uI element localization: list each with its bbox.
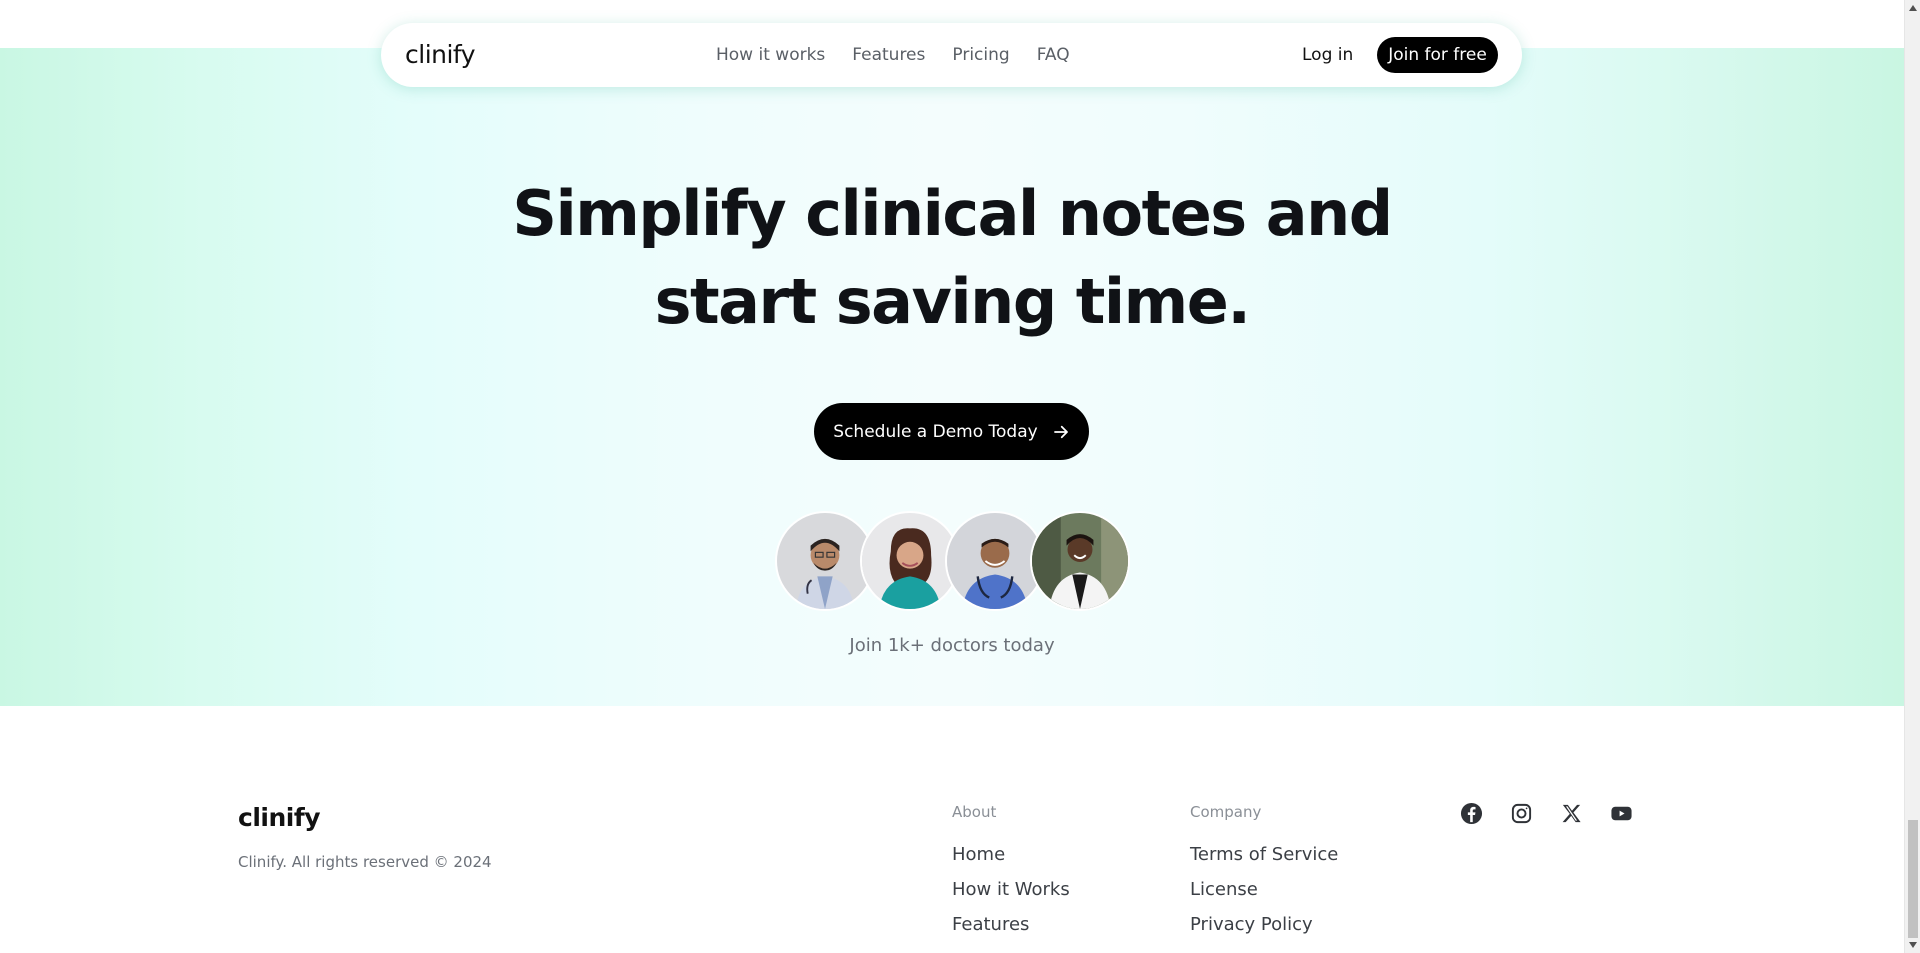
scroll-up-arrow-icon[interactable]	[1905, 0, 1920, 16]
arrow-right-icon	[1053, 425, 1068, 438]
headline-line-2: start saving time.	[654, 265, 1251, 338]
scroll-down-arrow-icon[interactable]	[1905, 937, 1920, 953]
hero-section: Simplify clinical notes and start saving…	[0, 48, 1904, 706]
login-link[interactable]: Log in	[1302, 45, 1353, 65]
nav-link-faq[interactable]: FAQ	[1037, 45, 1070, 65]
join-doctors-text: Join 1k+ doctors today	[849, 635, 1055, 656]
footer-link-privacy[interactable]: Privacy Policy	[1190, 914, 1338, 949]
schedule-demo-button[interactable]: Schedule a Demo Today	[814, 403, 1089, 460]
page: Simplify clinical notes and start saving…	[0, 0, 1904, 953]
social-links	[1460, 802, 1633, 825]
headline-line-1: Simplify clinical notes and	[512, 177, 1393, 250]
nav-link-features[interactable]: Features	[852, 45, 925, 65]
hero-headline: Simplify clinical notes and start saving…	[452, 170, 1452, 346]
page-scrollbar[interactable]	[1904, 0, 1920, 953]
avatar	[1030, 511, 1130, 611]
footer-link-how-it-works[interactable]: How it Works	[952, 879, 1070, 914]
facebook-icon[interactable]	[1460, 802, 1483, 825]
footer-about-column: About Home How it Works Features	[952, 803, 1070, 949]
footer-about-heading: About	[952, 803, 997, 821]
youtube-icon[interactable]	[1610, 802, 1633, 825]
join-for-free-button[interactable]: Join for free	[1377, 37, 1498, 73]
x-icon[interactable]	[1560, 802, 1583, 825]
footer-link-license[interactable]: License	[1190, 879, 1338, 914]
nav-logo[interactable]: clinify	[405, 40, 476, 69]
nav-link-pricing[interactable]: Pricing	[952, 45, 1009, 65]
footer-company-column: Company Terms of Service License Privacy…	[1190, 803, 1338, 949]
nav-link-how-it-works[interactable]: How it works	[716, 45, 825, 65]
footer-link-home[interactable]: Home	[952, 844, 1070, 879]
scrollbar-thumb[interactable]	[1908, 820, 1918, 938]
footer-company-heading: Company	[1190, 803, 1262, 821]
footer-link-features[interactable]: Features	[952, 914, 1070, 949]
top-navigation: clinify How it works Features Pricing FA…	[381, 23, 1522, 87]
schedule-demo-label: Schedule a Demo Today	[833, 421, 1038, 442]
footer-copyright: Clinify. All rights reserved © 2024	[238, 853, 492, 871]
footer-link-terms[interactable]: Terms of Service	[1190, 844, 1338, 879]
footer-logo[interactable]: clinify	[238, 803, 321, 832]
nav-links: How it works Features Pricing FAQ	[716, 23, 1097, 87]
instagram-icon[interactable]	[1510, 802, 1533, 825]
doctor-avatars	[775, 511, 1130, 611]
